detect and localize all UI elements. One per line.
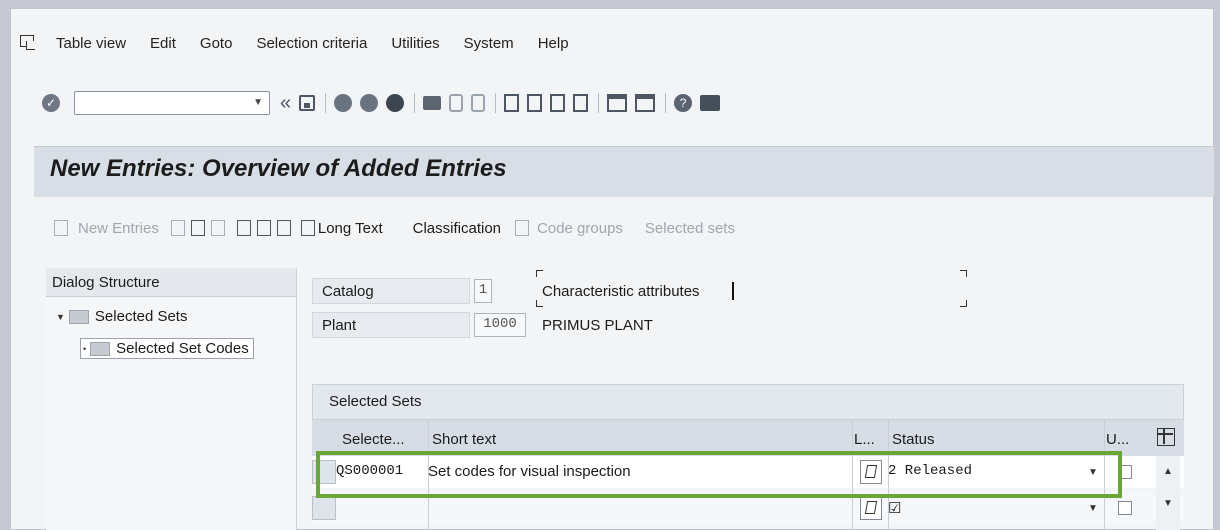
next-page-icon[interactable] xyxy=(550,94,566,112)
column-usage[interactable]: U... xyxy=(1106,431,1129,448)
select-all-icon[interactable] xyxy=(236,220,251,236)
chevron-down-icon[interactable]: ▼ xyxy=(1088,503,1098,514)
cell-status[interactable]: ☑ xyxy=(888,499,901,517)
first-page-icon[interactable] xyxy=(504,94,520,112)
vertical-scrollbar[interactable]: ▲ ▼ xyxy=(1156,456,1180,530)
deselect-all-icon[interactable] xyxy=(276,220,291,236)
catalog-text: Characteristic attributes xyxy=(542,283,700,300)
back-icon[interactable]: « xyxy=(280,92,291,115)
expand-triangle-icon[interactable]: ▼ xyxy=(56,312,65,322)
column-status[interactable]: Status xyxy=(892,431,935,448)
toolbar-separator xyxy=(665,93,667,113)
scroll-up-icon[interactable]: ▲ xyxy=(1163,466,1173,477)
dialog-structure-heading: Dialog Structure xyxy=(52,274,160,291)
folder-icon xyxy=(90,341,111,356)
change-display-icon[interactable] xyxy=(54,220,68,236)
highlight-box xyxy=(316,451,1122,498)
previous-page-icon[interactable] xyxy=(527,94,543,112)
enter-check-icon[interactable]: ✓ xyxy=(42,94,60,112)
help-icon[interactable]: ? xyxy=(674,94,693,112)
toolbar-separator xyxy=(414,93,416,113)
menu-edit[interactable]: Edit xyxy=(150,35,176,52)
text-field-corner xyxy=(536,300,543,307)
long-text-button[interactable]: Long Text xyxy=(318,220,383,237)
save-icon[interactable] xyxy=(299,95,316,111)
selected-sets-button: Selected sets xyxy=(644,219,735,237)
code-groups-button: Code groups xyxy=(537,219,623,237)
column-short-text[interactable]: Short text xyxy=(432,431,496,448)
code-groups-icon xyxy=(515,220,530,236)
catalog-field[interactable]: 1 xyxy=(474,279,492,303)
command-field[interactable]: ▼ xyxy=(74,91,270,115)
menu-system[interactable]: System xyxy=(464,35,514,52)
exit-icon[interactable] xyxy=(360,94,379,112)
text-cursor xyxy=(732,282,734,300)
back-nav-icon[interactable] xyxy=(334,94,353,112)
toolbar-separator xyxy=(598,93,600,113)
copy-icon xyxy=(170,220,185,236)
new-entries-button: New Entries xyxy=(78,219,159,237)
find-icon xyxy=(449,94,464,112)
plant-field[interactable]: 1000 xyxy=(474,313,526,337)
last-page-icon[interactable] xyxy=(573,94,589,112)
classification-button[interactable]: Classification xyxy=(413,220,501,237)
table-settings-icon[interactable] xyxy=(1157,428,1175,446)
toolbar-separator xyxy=(495,93,497,113)
undo-icon xyxy=(210,220,225,236)
select-block-icon[interactable] xyxy=(256,220,271,236)
table-title: Selected Sets xyxy=(329,393,422,410)
catalog-label: Catalog xyxy=(322,283,374,300)
bullet-icon: • xyxy=(83,343,87,354)
toolbar-separator xyxy=(325,93,327,113)
print-icon[interactable] xyxy=(423,96,442,110)
table-title-bar: Selected Sets xyxy=(312,384,1184,420)
chevron-down-icon[interactable]: ▼ xyxy=(253,97,263,108)
delete-icon[interactable] xyxy=(190,220,205,236)
menu-table-view[interactable]: Table view xyxy=(56,35,126,52)
tree-node-selected-set-codes[interactable]: • Selected Set Codes xyxy=(80,338,254,359)
cancel-icon[interactable] xyxy=(386,94,405,112)
new-session-icon[interactable] xyxy=(607,94,628,112)
plant-text: PRIMUS PLANT xyxy=(542,317,653,334)
menu-selection-criteria[interactable]: Selection criteria xyxy=(256,35,367,52)
find-next-icon xyxy=(471,94,486,112)
layout-menu-icon[interactable] xyxy=(700,95,721,111)
column-selected-set[interactable]: Selecte... xyxy=(342,431,405,448)
plant-label: Plant xyxy=(322,317,357,334)
long-text-edit-icon[interactable] xyxy=(860,496,882,520)
dialog-structure-panel: Dialog Structure ▼ Selected Sets • Selec… xyxy=(46,268,297,530)
tree-node-label: Selected Sets xyxy=(94,308,188,325)
tree-node-label: Selected Set Codes xyxy=(116,340,249,357)
folder-open-icon xyxy=(68,309,89,324)
shortcut-icon[interactable] xyxy=(635,94,656,112)
page-title: New Entries: Overview of Added Entries xyxy=(50,155,507,182)
standard-toolbar: ✓ ▼ « ? xyxy=(42,86,721,120)
text-field-corner xyxy=(536,270,543,277)
row-selector[interactable] xyxy=(312,496,336,520)
application-toolbar: New Entries Long Text Classification Cod… xyxy=(48,214,735,242)
menu-bar: Table view Edit Goto Selection criteria … xyxy=(20,30,593,56)
menu-utilities[interactable]: Utilities xyxy=(391,35,439,52)
text-field-corner xyxy=(960,270,967,277)
column-long-text[interactable]: L... xyxy=(854,431,875,448)
dialog-structure-header: Dialog Structure xyxy=(46,268,296,297)
tree-node-selected-sets[interactable]: ▼ Selected Sets xyxy=(56,308,187,325)
menu-goto[interactable]: Goto xyxy=(200,35,233,52)
scroll-down-icon[interactable]: ▼ xyxy=(1163,498,1173,509)
system-menu-icon[interactable] xyxy=(20,35,38,51)
menu-help[interactable]: Help xyxy=(538,35,569,52)
usage-checkbox[interactable] xyxy=(1118,501,1132,515)
long-text-icon[interactable] xyxy=(300,220,315,236)
text-field-corner xyxy=(960,300,967,307)
